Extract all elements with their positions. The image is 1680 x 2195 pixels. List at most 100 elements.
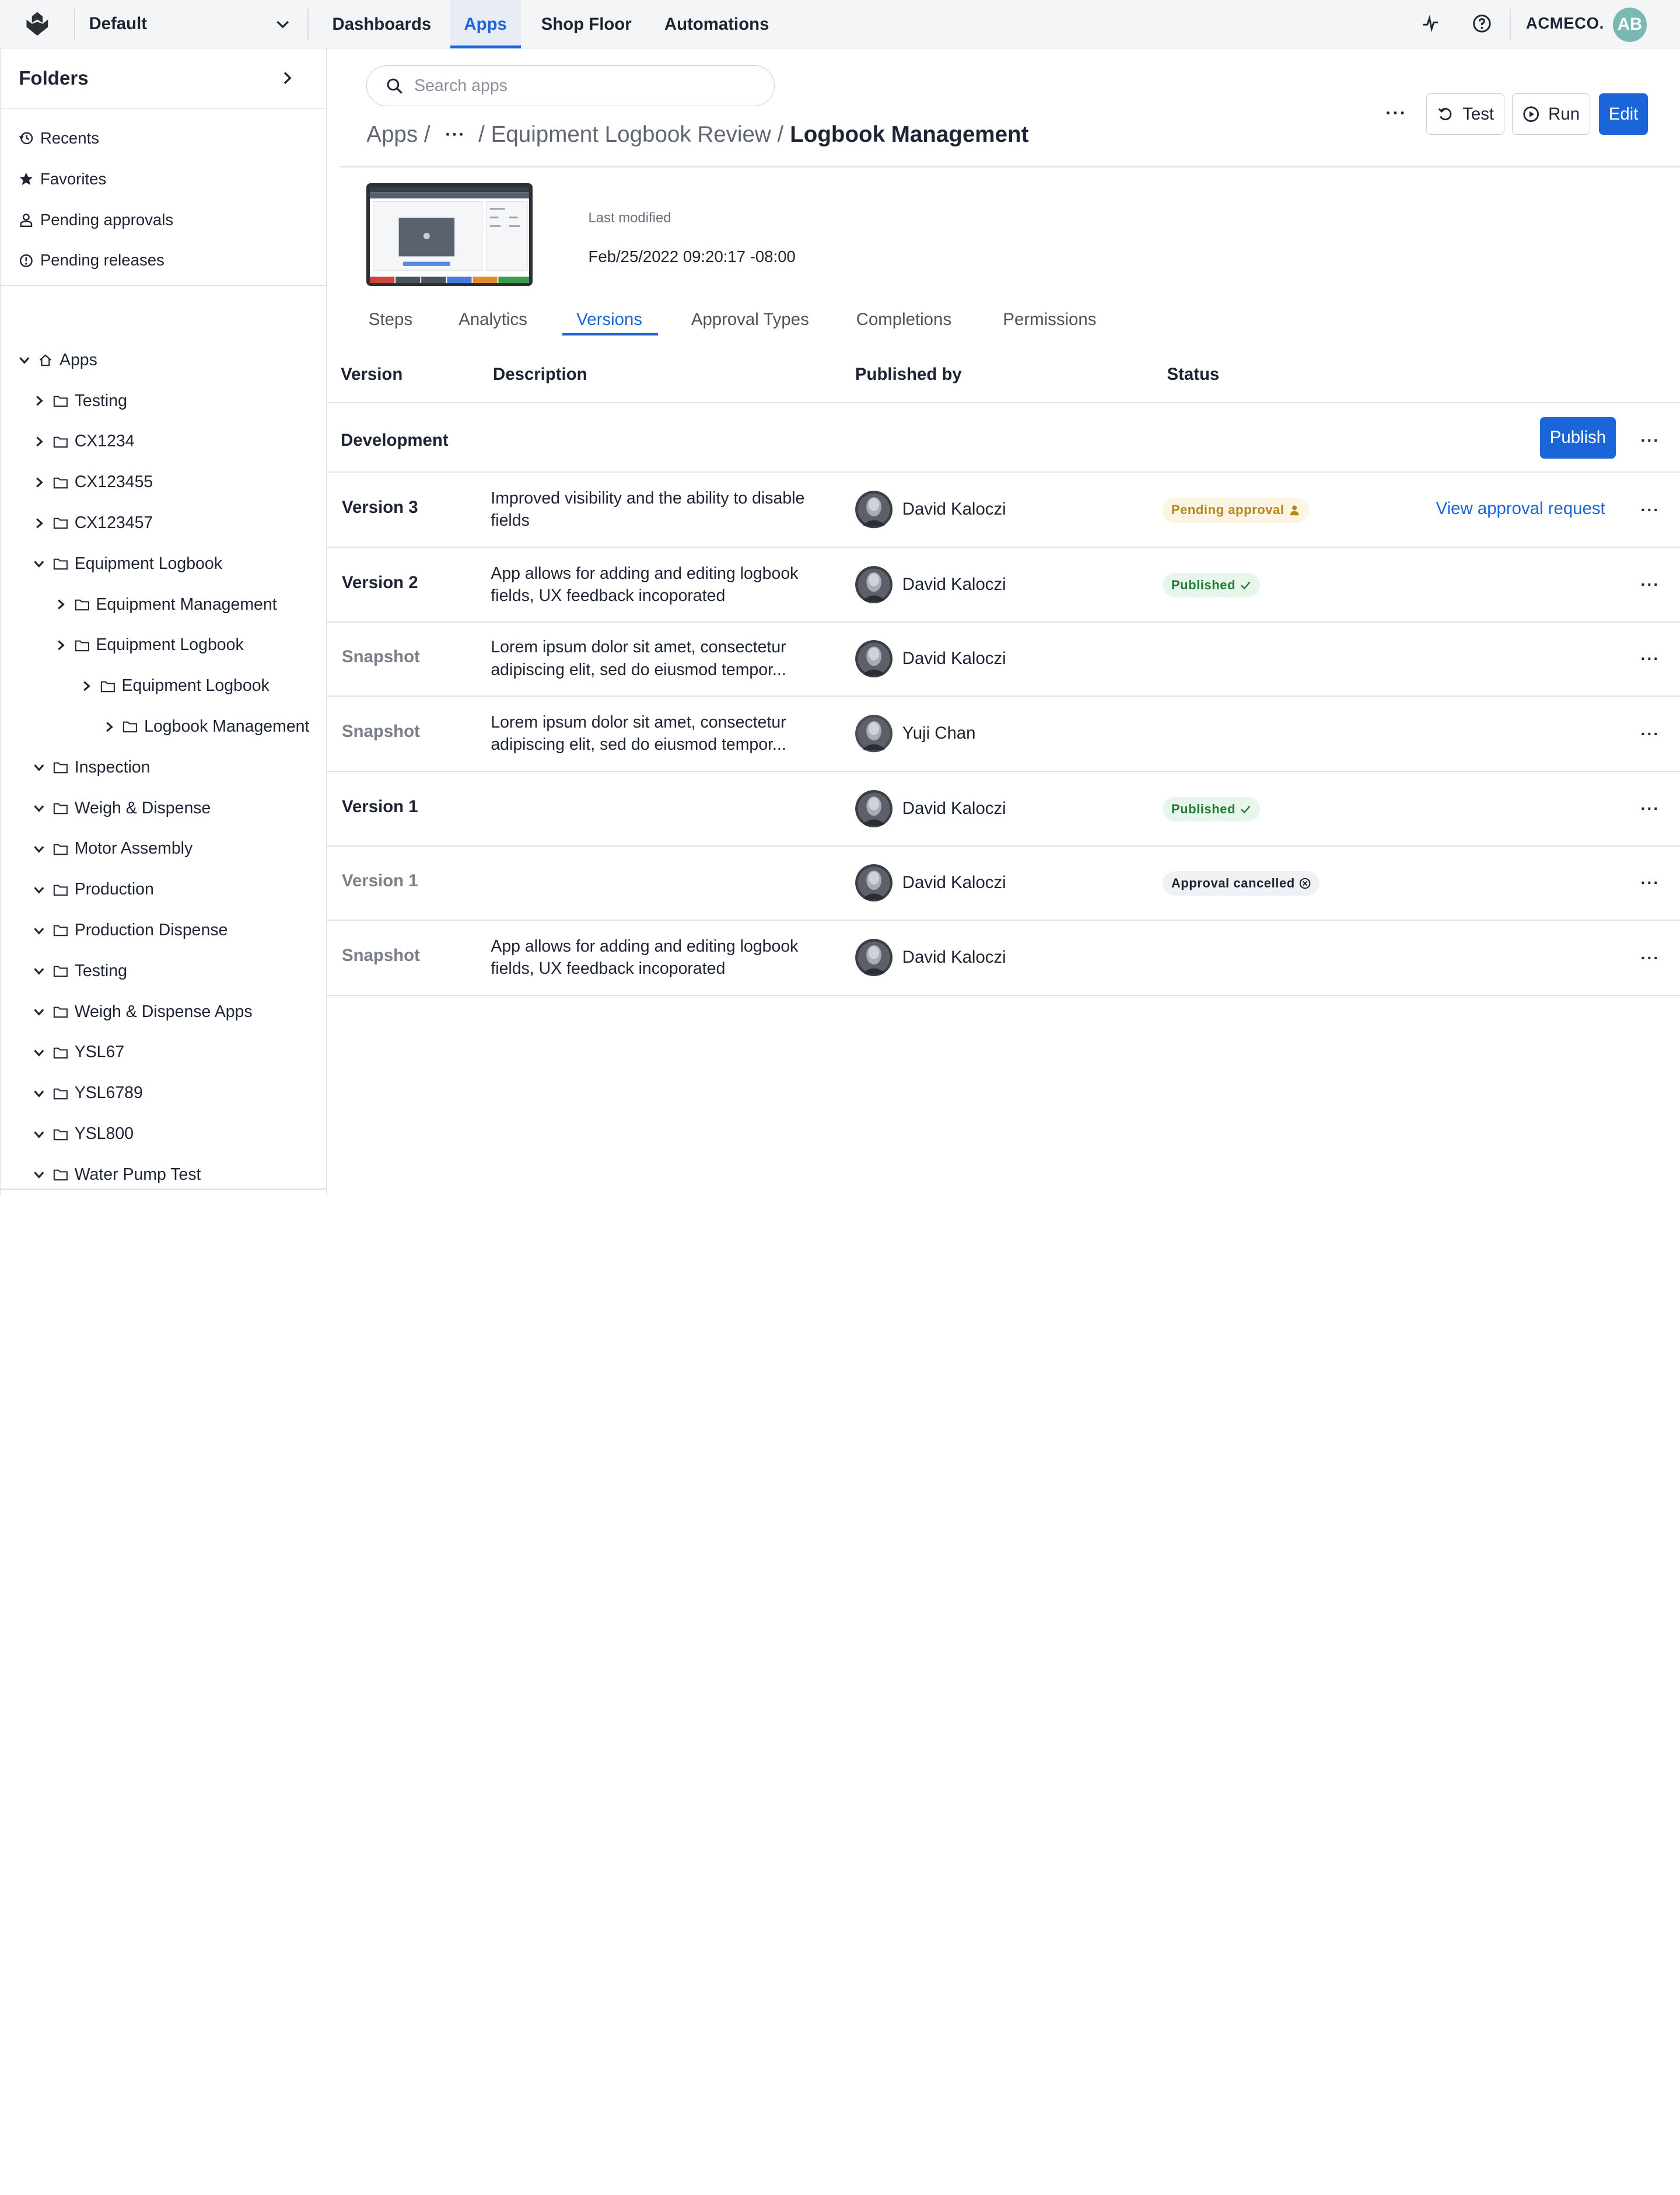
chevron-right-icon[interactable] <box>53 638 68 653</box>
pending-releases-link[interactable]: Pending releases <box>19 247 164 273</box>
chevron-right-icon[interactable] <box>102 719 117 735</box>
folder-tree-item[interactable]: Equipment Logbook <box>79 673 270 699</box>
row-more-button[interactable]: ··· <box>1637 501 1663 518</box>
chevron-down-icon[interactable] <box>32 1004 47 1019</box>
folder-tree-item[interactable]: Weigh & Dispense Apps <box>32 999 253 1025</box>
folder-tree-item[interactable]: Testing <box>32 388 127 414</box>
row-more-button[interactable]: ··· <box>1637 576 1663 593</box>
row-more-button[interactable]: ··· <box>1637 651 1663 667</box>
folder-tree-item[interactable]: CX1234 <box>32 429 135 455</box>
chevron-right-icon[interactable] <box>32 434 47 449</box>
folder-tree-item[interactable]: YSL800 <box>32 1121 134 1147</box>
tulip-logo-icon[interactable] <box>23 10 51 38</box>
publisher: David Kaloczi <box>855 789 1006 828</box>
tab-permissions[interactable]: Permissions <box>1003 310 1096 335</box>
folder-label: Motor Assembly <box>74 839 193 858</box>
chevron-down-icon[interactable] <box>32 841 47 857</box>
breadcrumb-apps[interactable]: Apps / <box>366 122 430 148</box>
more-actions-button[interactable]: ··· <box>1384 103 1409 124</box>
folder-label: Inspection <box>74 757 150 777</box>
user-avatar[interactable]: AB <box>1612 7 1647 42</box>
nav-dashboards[interactable]: Dashboards <box>318 0 446 48</box>
version-description: Improved visibility and the ability to d… <box>491 487 812 532</box>
row-more-button[interactable]: ··· <box>1637 875 1663 891</box>
tab-approval-types[interactable]: Approval Types <box>691 310 809 335</box>
chevron-right-icon[interactable] <box>32 516 47 531</box>
publisher-name: David Kaloczi <box>902 799 1006 818</box>
run-button[interactable]: Run <box>1512 93 1591 135</box>
folder-tree-item[interactable]: Apps <box>17 347 97 373</box>
folder-tree-item[interactable]: Equipment Logbook <box>32 551 222 576</box>
recents-link[interactable]: Recents <box>19 125 99 151</box>
tab-completions[interactable]: Completions <box>856 310 951 335</box>
folder-tree-item[interactable]: Equipment Logbook <box>53 632 244 658</box>
chevron-down-icon[interactable] <box>32 1045 47 1060</box>
active-tab-indicator <box>562 333 658 335</box>
chevron-down-icon[interactable] <box>32 1086 47 1101</box>
breadcrumb-ellipsis[interactable]: ··· <box>445 125 466 145</box>
chevron-right-icon[interactable] <box>53 597 68 612</box>
org-name[interactable]: ACMECO. <box>1526 14 1604 33</box>
search-box[interactable] <box>366 65 775 106</box>
version-label: Snapshot <box>342 722 420 742</box>
chevron-down-icon[interactable] <box>32 882 47 897</box>
nav-apps[interactable]: Apps <box>450 0 521 48</box>
nav-shop-floor[interactable]: Shop Floor <box>527 0 646 48</box>
search-input[interactable] <box>414 74 757 99</box>
folder-tree-item[interactable]: Production Dispense <box>32 917 228 943</box>
chevron-down-icon[interactable] <box>32 1167 47 1182</box>
chevron-down-icon[interactable] <box>17 352 32 368</box>
chevron-down-icon[interactable] <box>32 556 47 571</box>
help-icon[interactable] <box>1471 13 1493 34</box>
breadcrumb-parent[interactable]: / Equipment Logbook Review / <box>478 122 783 148</box>
folder-tree-item[interactable]: Testing <box>32 958 127 984</box>
publisher: David Kaloczi <box>855 639 1006 678</box>
tab-analytics[interactable]: Analytics <box>459 310 527 335</box>
view-approval-request-link[interactable]: View approval request <box>1436 499 1605 519</box>
divider <box>327 695 1680 697</box>
folder-tree-item[interactable]: Inspection <box>32 754 150 780</box>
description-text: Lorem ipsum dolor sit amet, consectetur … <box>491 638 786 679</box>
app-thumbnail[interactable] <box>366 183 533 286</box>
chevron-right-icon[interactable] <box>32 393 47 408</box>
pending-approvals-link[interactable]: Pending approvals <box>19 207 173 233</box>
folder-tree-item[interactable]: Motor Assembly <box>32 836 192 862</box>
folder-icon <box>53 1006 68 1018</box>
tab-steps[interactable]: Steps <box>369 310 412 335</box>
row-more-button[interactable]: ··· <box>1637 949 1663 966</box>
folder-tree-item[interactable]: YSL6789 <box>32 1081 143 1106</box>
folder-tree-item[interactable]: CX123455 <box>32 470 153 495</box>
chevron-down-icon[interactable] <box>32 923 47 938</box>
folder-tree-item[interactable]: Weigh & Dispense <box>32 795 211 821</box>
folder-icon <box>75 599 89 611</box>
chevron-down-icon[interactable] <box>32 801 47 816</box>
chevron-down-icon[interactable] <box>32 760 47 775</box>
chevron-down-icon[interactable] <box>32 963 47 978</box>
development-more-button[interactable]: ··· <box>1637 432 1663 449</box>
edit-button[interactable]: Edit <box>1598 93 1648 135</box>
favorites-link[interactable]: Favorites <box>19 166 106 192</box>
folder-tree-item[interactable]: Water Pump Test <box>32 1162 201 1187</box>
folder-tree-item[interactable]: Equipment Management <box>53 592 277 617</box>
test-button[interactable]: Test <box>1426 93 1505 135</box>
activity-icon[interactable] <box>1420 13 1441 34</box>
tab-versions[interactable]: Versions <box>576 310 642 335</box>
chevron-right-icon[interactable] <box>278 69 295 86</box>
folder-icon <box>53 844 68 855</box>
folder-tree-item[interactable]: CX123457 <box>32 510 153 536</box>
folder-tree-item[interactable]: YSL67 <box>32 1040 124 1065</box>
home-icon <box>40 354 52 366</box>
folder-tree-item[interactable]: Production <box>32 877 154 903</box>
chevron-right-icon[interactable] <box>79 679 94 694</box>
folder-icon <box>53 925 68 936</box>
workspace-selector[interactable]: Default <box>89 14 147 34</box>
row-more-button[interactable]: ··· <box>1637 801 1663 817</box>
chevron-right-icon[interactable] <box>32 475 47 490</box>
publish-button[interactable]: Publish <box>1539 417 1616 459</box>
row-more-button[interactable]: ··· <box>1637 725 1663 742</box>
nav-automations[interactable]: Automations <box>650 0 783 48</box>
folder-tree-item[interactable]: Logbook Management <box>102 714 309 739</box>
chevron-down-icon[interactable] <box>274 15 291 32</box>
chevron-down-icon[interactable] <box>32 1127 47 1142</box>
last-modified-label: Last modified <box>588 210 671 226</box>
